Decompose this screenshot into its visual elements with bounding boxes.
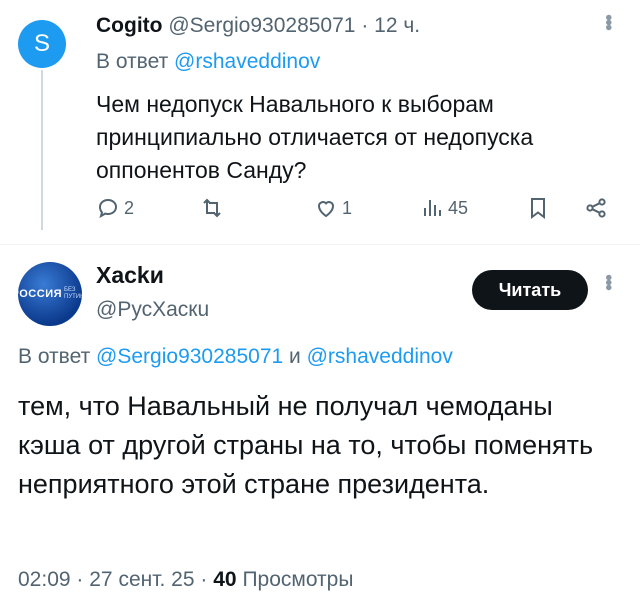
reply-count: 2: [124, 197, 135, 218]
analytics-icon: [424, 200, 441, 216]
replying-joiner: и: [289, 345, 301, 368]
action-bar: 2 1 45: [96, 196, 616, 226]
tweet-text: тем, что Навальный не получал чемоданы к…: [18, 391, 594, 499]
replying-prefix: В ответ: [96, 50, 169, 73]
display-name[interactable]: Cogito: [96, 14, 162, 37]
reply-button[interactable]: 2: [96, 196, 134, 220]
user-handle[interactable]: @РусХаскu: [96, 298, 209, 322]
display-name[interactable]: Хасkи: [96, 262, 164, 289]
replying-to: В ответ @rshaveddinov: [96, 50, 320, 74]
retweet-icon: [203, 198, 221, 218]
views-count: 40: [213, 568, 237, 591]
tweet-time[interactable]: 02:09: [18, 568, 71, 591]
like-button[interactable]: 1: [314, 196, 352, 220]
tweet-meta: 02:09 · 27 сент. 25 · 40 Просмотры: [18, 568, 353, 592]
retweet-button[interactable]: [200, 196, 228, 220]
tweet-header: Cogito @Sergio930285071 · 12 ч.: [96, 14, 420, 38]
mention-link[interactable]: @rshaveddinov: [307, 345, 453, 368]
thread-line: [41, 70, 43, 230]
like-count: 1: [342, 197, 353, 218]
user-handle[interactable]: @Sergio930285071: [168, 14, 355, 37]
tweet-text: Чем недопуск Навального к выборам принци…: [96, 91, 534, 183]
timestamp[interactable]: 12 ч.: [374, 14, 420, 37]
separator: ·: [200, 568, 208, 591]
share-button[interactable]: [584, 196, 608, 220]
more-vertical-icon[interactable]: •••: [596, 14, 619, 29]
follow-button[interactable]: Читать: [472, 270, 588, 310]
separator: ·: [361, 14, 369, 37]
views-label: Просмотры: [242, 568, 354, 591]
share-icon: [586, 198, 606, 218]
views-count: 45: [448, 197, 469, 218]
avatar[interactable]: S: [18, 20, 66, 68]
bookmark-button[interactable]: [526, 196, 550, 220]
heart-icon: [317, 201, 335, 218]
mention-link[interactable]: @rshaveddinov: [174, 50, 320, 73]
avatar-letter: S: [33, 30, 50, 57]
mention-link[interactable]: @Sergio930285071: [96, 345, 283, 368]
avatar-logo: РОССИЯ: [18, 288, 63, 300]
tweet-date[interactable]: 27 сент. 25: [89, 568, 194, 591]
avatar[interactable]: РОССИЯ БЕЗ ПУТИНА: [18, 262, 82, 326]
separator: ·: [76, 568, 84, 591]
more-vertical-icon[interactable]: •••: [596, 274, 619, 289]
views-button[interactable]: 45: [420, 196, 468, 220]
bookmark-icon: [531, 198, 545, 219]
divider: [0, 244, 640, 245]
avatar-logo-sub: БЕЗ ПУТИНА: [64, 287, 82, 300]
replying-to: В ответ @Sergio930285071 и @rshaveddinov: [18, 345, 453, 369]
reply-icon: [98, 198, 118, 219]
replying-prefix: В ответ: [18, 345, 91, 368]
